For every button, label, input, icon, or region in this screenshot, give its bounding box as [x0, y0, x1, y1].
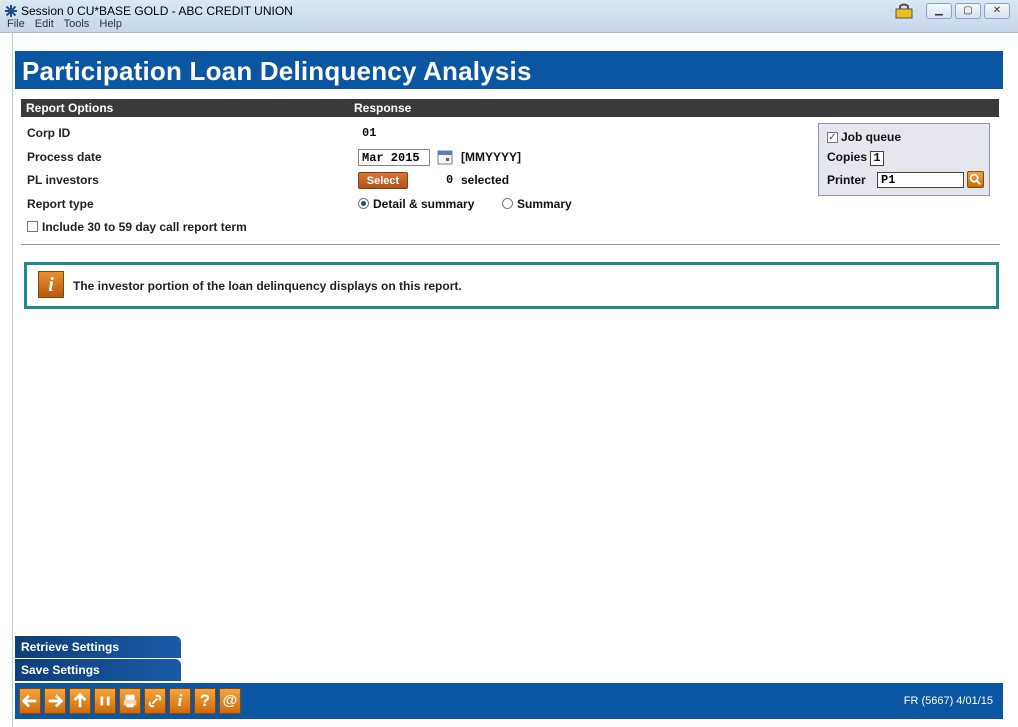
page-title: Participation Loan Delinquency Analysis [22, 56, 532, 86]
back-arrow-icon[interactable] [19, 688, 41, 714]
window-title: Session 0 CU*BASE GOLD - ABC CREDIT UNIO… [21, 4, 293, 18]
forward-arrow-icon[interactable] [44, 688, 66, 714]
save-settings-button[interactable]: Save Settings [15, 659, 181, 681]
include-30-59-checkbox[interactable] [27, 221, 38, 232]
retrieve-settings-button[interactable]: Retrieve Settings [15, 636, 181, 658]
menu-file[interactable]: File [7, 18, 25, 30]
radio-detail-summary-label: Detail & summary [373, 197, 475, 211]
job-queue-checkbox[interactable]: ✓ [827, 132, 838, 143]
radio-summary[interactable] [502, 198, 513, 209]
header-response: Response [354, 101, 412, 115]
app-logo-icon [5, 5, 17, 17]
help-icon[interactable]: ? [194, 688, 216, 714]
header-report-options: Report Options [26, 101, 114, 115]
menu-help[interactable]: Help [99, 18, 122, 30]
window-titlebar: Session 0 CU*BASE GOLD - ABC CREDIT UNIO… [0, 0, 1018, 33]
email-icon[interactable]: @ [219, 688, 241, 714]
window-controls: ▁ ▢ ✕ [893, 3, 1010, 19]
corp-id-label: Corp ID [27, 126, 71, 140]
radio-detail-summary[interactable] [358, 198, 369, 209]
maximize-button[interactable]: ▢ [955, 3, 981, 19]
lock-icon [895, 3, 913, 19]
column-header-bar: Report Options Response [21, 99, 999, 117]
job-queue-panel: ✓ Job queue Copies 1 Printer P1 [818, 123, 990, 196]
job-queue-label: Job queue [841, 130, 902, 144]
radio-summary-label: Summary [517, 197, 572, 211]
corp-id-value: 01 [362, 126, 377, 140]
include-30-59-label: Include 30 to 59 day call report term [42, 220, 247, 234]
info-message-box: i The investor portion of the loan delin… [24, 262, 999, 309]
close-button[interactable]: ✕ [984, 3, 1010, 19]
copies-input[interactable]: 1 [870, 151, 885, 166]
printer-lookup-button[interactable] [967, 171, 984, 188]
process-date-label: Process date [27, 150, 102, 164]
process-date-input[interactable]: Mar 2015 [358, 149, 430, 166]
printer-label: Printer [827, 173, 866, 187]
info-message: The investor portion of the loan delinqu… [73, 279, 462, 293]
print-icon[interactable] [119, 688, 141, 714]
pause-icon[interactable] [94, 688, 116, 714]
copies-row: Copies 1 [827, 150, 885, 166]
page-banner: Participation Loan Delinquency Analysis [15, 51, 1003, 89]
menu-bar: File Edit Tools Help [7, 18, 129, 30]
investors-selected-count: 0 [446, 173, 454, 187]
date-format-hint: [MMYYYY] [461, 150, 521, 164]
link-icon[interactable] [144, 688, 166, 714]
section-divider [21, 244, 1000, 245]
magnifier-icon [969, 173, 981, 185]
pl-investors-label: PL investors [27, 173, 99, 187]
minimize-button[interactable]: ▁ [926, 3, 952, 19]
info-icon-button[interactable]: i [169, 688, 191, 714]
select-investors-button[interactable]: Select [358, 172, 408, 189]
calendar-icon[interactable] [437, 149, 453, 165]
menu-tools[interactable]: Tools [64, 18, 90, 30]
status-footer: FR (5667) 4/01/15 [903, 695, 993, 707]
bottom-toolbar: i ? @ FR (5667) 4/01/15 [15, 683, 1003, 719]
info-icon: i [38, 271, 64, 298]
menu-edit[interactable]: Edit [35, 18, 54, 30]
investors-selected-label: selected [461, 173, 510, 187]
up-arrow-icon[interactable] [69, 688, 91, 714]
report-type-label: Report type [27, 197, 94, 211]
copies-label: Copies [827, 150, 868, 164]
printer-input[interactable]: P1 [877, 172, 964, 188]
